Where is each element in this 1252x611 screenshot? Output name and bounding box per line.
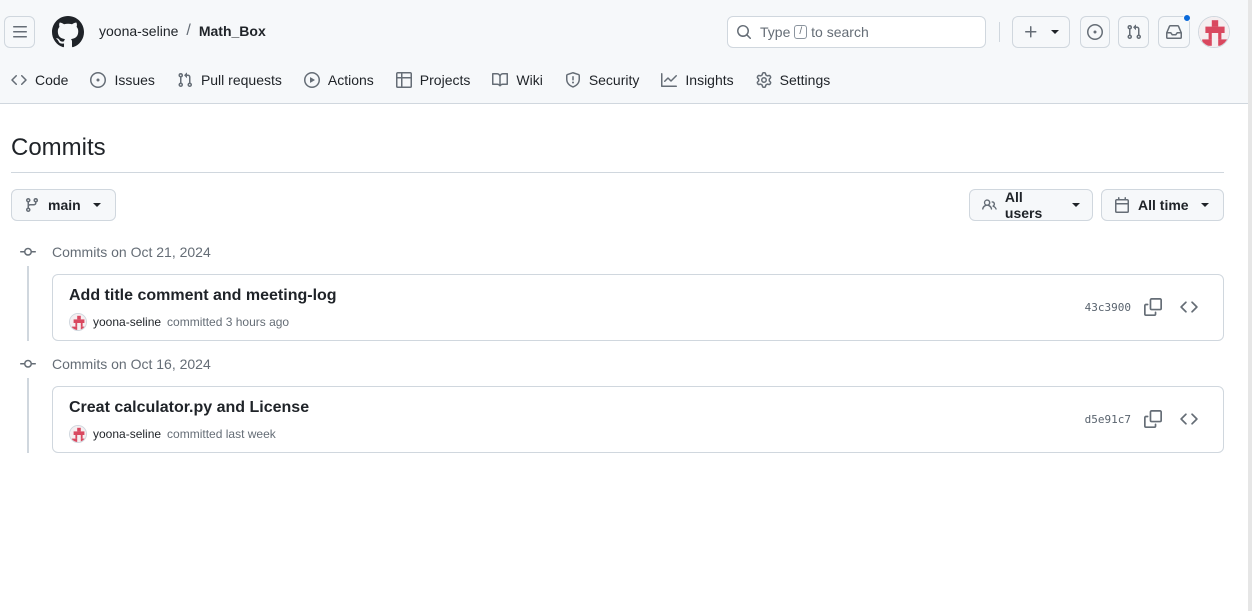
table-icon (395, 72, 412, 88)
user-avatar[interactable] (1198, 16, 1230, 48)
search-shortcut-key: / (794, 25, 808, 39)
people-icon (982, 199, 997, 210)
code-icon (11, 74, 27, 86)
time-filter-label: All time (1138, 197, 1189, 213)
tab-pull-requests[interactable]: Pull requests (166, 64, 293, 96)
search-prefix: Type (760, 24, 791, 40)
breadcrumb: yoona-seline / Math_Box (99, 22, 266, 40)
git-pull-request-icon (1126, 24, 1141, 40)
author-link[interactable]: yoona-seline (93, 315, 161, 329)
commit-sha-link[interactable]: d5e91c7 (1085, 413, 1131, 426)
menu-button[interactable] (4, 16, 35, 48)
issues-button[interactable] (1080, 16, 1110, 48)
chevron-down-icon (1200, 203, 1209, 207)
gear-icon (756, 72, 772, 88)
tab-label: Projects (419, 72, 471, 88)
scrollbar[interactable] (1248, 0, 1252, 611)
timeline-line (27, 266, 29, 341)
branch-label: main (48, 197, 81, 213)
divider (11, 172, 1224, 173)
branch-select-button[interactable]: main (11, 189, 116, 221)
browse-code-icon[interactable] (1180, 298, 1198, 316)
repo-link[interactable]: Math_Box (199, 23, 266, 39)
tab-security[interactable]: Security (554, 64, 651, 96)
commit-title-link[interactable]: Add title comment and meeting-log (69, 287, 337, 305)
chevron-down-icon (1072, 203, 1080, 207)
global-header: yoona-seline / Math_Box Type / to search (0, 0, 1248, 104)
timeline-line (27, 378, 29, 453)
chevron-down-icon (1051, 30, 1059, 34)
tab-wiki[interactable]: Wiki (481, 64, 553, 96)
tab-actions[interactable]: Actions (293, 64, 385, 96)
commit-sha-link[interactable]: 43c3900 (1085, 301, 1131, 314)
tab-label: Actions (327, 72, 374, 88)
time-filter-button[interactable]: All time (1101, 189, 1224, 221)
copy-icon[interactable] (1144, 410, 1162, 428)
commit-node-icon (20, 244, 36, 260)
commit-time: committed last week (167, 427, 276, 441)
tab-label: Insights (685, 72, 734, 88)
header-divider (999, 22, 1000, 42)
pull-request-icon (178, 72, 192, 88)
book-icon (492, 72, 509, 87)
breadcrumb-separator: / (186, 22, 191, 39)
issue-opened-icon (1087, 24, 1103, 40)
search-input[interactable]: Type / to search (727, 16, 986, 48)
notification-indicator (1183, 14, 1191, 22)
issue-icon (90, 72, 107, 88)
tab-code[interactable]: Code (0, 64, 79, 96)
commit-row: Add title comment and meeting-log yoona-… (52, 274, 1224, 341)
chevron-down-icon (92, 203, 101, 207)
commit-meta: yoona-seline committed last week (69, 425, 276, 443)
tab-projects[interactable]: Projects (385, 64, 482, 96)
author-avatar[interactable] (69, 425, 87, 443)
tab-label: Code (35, 72, 69, 88)
create-new-button[interactable] (1012, 16, 1070, 48)
page-title: Commits (11, 134, 106, 161)
hamburger-icon (12, 26, 27, 38)
author-avatar[interactable] (69, 313, 87, 331)
identicon-icon (1199, 17, 1229, 47)
commit-node-icon (20, 356, 36, 372)
commit-group-header: Commits on Oct 21, 2024 (52, 244, 211, 260)
identicon-icon (70, 426, 86, 442)
pull-requests-button[interactable] (1118, 16, 1149, 48)
git-branch-icon (25, 198, 38, 213)
users-filter-button[interactable]: All users (969, 189, 1093, 221)
plus-icon (1025, 26, 1037, 38)
copy-icon[interactable] (1144, 298, 1162, 316)
tab-label: Security (588, 72, 640, 88)
tab-issues[interactable]: Issues (79, 64, 165, 96)
author-link[interactable]: yoona-seline (93, 427, 161, 441)
identicon-icon (70, 314, 86, 330)
browse-code-icon[interactable] (1180, 410, 1198, 428)
shield-icon (565, 72, 580, 88)
commit-title-link[interactable]: Creat calculator.py and License (69, 399, 309, 417)
search-icon (737, 25, 752, 40)
tab-label: Wiki (516, 72, 543, 88)
github-logo-icon[interactable] (52, 16, 84, 48)
commit-time: committed 3 hours ago (167, 315, 290, 329)
owner-link[interactable]: yoona-seline (99, 23, 178, 39)
tab-settings[interactable]: Settings (745, 64, 842, 96)
inbox-icon (1166, 25, 1182, 39)
graph-icon (661, 73, 678, 87)
repo-nav: Code Issues Pull requests Actions Projec… (0, 64, 841, 96)
tab-label: Settings (779, 72, 831, 88)
commit-row: Creat calculator.py and License yoona-se… (52, 386, 1224, 453)
commit-group-header: Commits on Oct 16, 2024 (52, 356, 211, 372)
play-icon (303, 72, 320, 88)
search-suffix: to search (811, 24, 869, 40)
users-filter-label: All users (1004, 189, 1043, 221)
tab-label: Pull requests (200, 72, 282, 88)
commit-meta: yoona-seline committed 3 hours ago (69, 313, 289, 331)
tab-insights[interactable]: Insights (650, 64, 744, 96)
tab-label: Issues (114, 72, 155, 88)
calendar-icon (1115, 197, 1129, 213)
